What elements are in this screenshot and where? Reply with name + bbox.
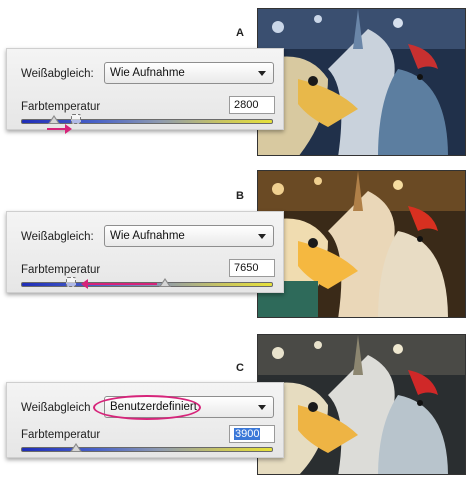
chevron-down-icon <box>258 71 266 76</box>
drag-target-thumb <box>66 277 77 287</box>
carousel-photo-c <box>257 334 466 475</box>
camera-raw-panel-b: Weißabgleich: Wie Aufnahme Farbtemperatu… <box>6 211 284 293</box>
white-balance-dropdown[interactable]: Wie Aufnahme <box>104 62 274 84</box>
white-balance-label: Weißabgleich: <box>21 68 94 80</box>
chevron-down-icon <box>258 405 266 410</box>
carousel-photo-b <box>257 170 466 318</box>
section-letter-b: B <box>236 190 244 202</box>
drag-right-arrow-icon <box>47 124 72 134</box>
color-temperature-value: 2800 <box>234 99 259 111</box>
section-letter-a: A <box>236 27 244 39</box>
slider-thumb[interactable] <box>70 443 83 452</box>
white-balance-label: Weißabgleich: <box>21 231 94 243</box>
slider-thumb[interactable] <box>47 115 60 124</box>
color-temperature-field[interactable]: 3900 <box>229 425 275 443</box>
color-temperature-label: Farbtemperatur <box>21 101 101 113</box>
slider-thumb[interactable] <box>158 278 171 287</box>
camera-raw-panel-c: Weißabgleich Benutzerdefiniert Farbtempe… <box>6 382 284 458</box>
color-temperature-label: Farbtemperatur <box>21 429 101 441</box>
drag-target-thumb <box>71 114 82 124</box>
section-letter-c: C <box>236 362 244 374</box>
white-balance-dropdown[interactable]: Wie Aufnahme <box>104 225 274 247</box>
white-balance-label: Weißabgleich <box>21 402 91 414</box>
carousel-photo-a <box>257 8 466 156</box>
camera-raw-panel-a: Weißabgleich: Wie Aufnahme Farbtemperatu… <box>6 48 284 134</box>
color-temperature-field[interactable]: 2800 <box>229 96 275 114</box>
color-temperature-value: 7650 <box>234 262 259 274</box>
color-temperature-value: 3900 <box>234 428 261 440</box>
white-balance-value: Wie Aufnahme <box>110 230 185 242</box>
carousel-image-blue <box>258 9 465 155</box>
white-balance-value: Wie Aufnahme <box>110 67 185 79</box>
carousel-image-neutral <box>258 335 465 474</box>
drag-left-arrow-icon <box>81 279 157 289</box>
highlight-ellipse <box>93 395 201 420</box>
chevron-down-icon <box>258 234 266 239</box>
carousel-image-warm <box>258 171 465 317</box>
color-temperature-label: Farbtemperatur <box>21 264 101 276</box>
color-temperature-field[interactable]: 7650 <box>229 259 275 277</box>
color-temperature-slider[interactable] <box>21 447 273 452</box>
